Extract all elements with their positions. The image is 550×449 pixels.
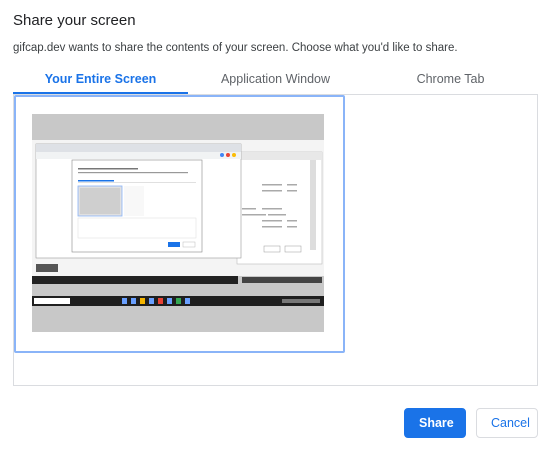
tab-application-window[interactable]: Application Window xyxy=(188,66,363,94)
source-list-panel xyxy=(13,95,538,386)
dialog-title: Share your screen xyxy=(13,12,136,29)
tab-entire-screen[interactable]: Your Entire Screen xyxy=(13,66,188,94)
tab-chrome-tab[interactable]: Chrome Tab xyxy=(363,66,538,94)
source-tabs: Your Entire Screen Application Window Ch… xyxy=(13,66,538,94)
share-button[interactable]: Share xyxy=(404,408,466,438)
dialog-subtitle: gifcap.dev wants to share the contents o… xyxy=(13,42,458,54)
screen-thumbnail xyxy=(32,114,324,332)
cancel-button[interactable]: Cancel xyxy=(476,408,538,438)
screen-source-option[interactable] xyxy=(14,95,345,353)
screen-preview-image xyxy=(32,114,324,332)
dialog-actions: Share Cancel xyxy=(404,408,538,438)
